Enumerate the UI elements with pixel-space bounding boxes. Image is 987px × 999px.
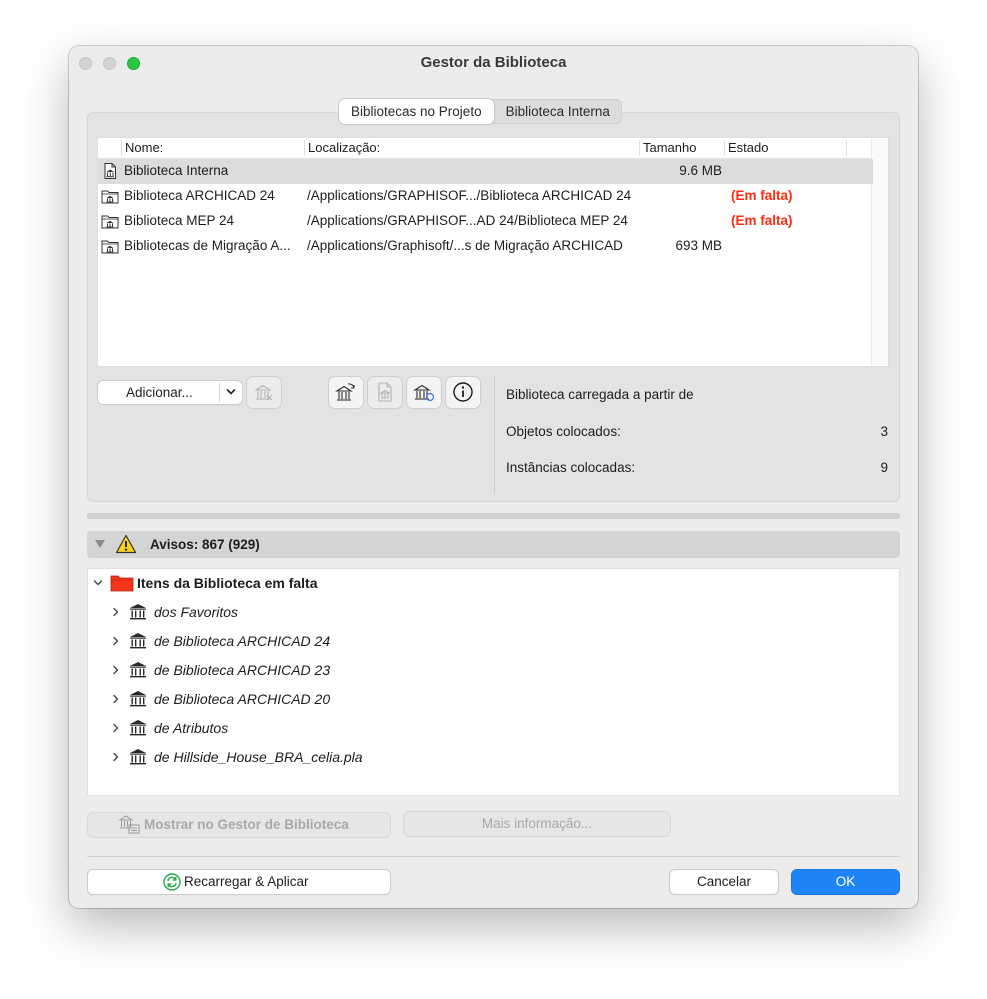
combo-separator	[219, 383, 220, 402]
warnings-count: Avisos: 867 (929)	[150, 537, 260, 552]
add-library-combo[interactable]: Adicionar...	[98, 381, 242, 404]
tree-item-label: de Atributos	[154, 720, 229, 736]
chevron-down-icon[interactable]	[223, 385, 239, 399]
table-row[interactable]: Biblioteca ARCHICAD 24 /Applications/GRA…	[98, 184, 873, 209]
export-library-button[interactable]	[329, 377, 363, 408]
row-location: /Applications/GRAPHISOF...AD 24/Bibliote…	[307, 213, 628, 228]
library-reload-icon	[413, 384, 435, 402]
chevron-right-icon[interactable]	[110, 606, 122, 618]
chevron-down-icon[interactable]	[92, 577, 104, 589]
library-document-icon	[378, 382, 392, 402]
title-bar: Gestor da Biblioteca	[69, 46, 918, 80]
table-row[interactable]: Biblioteca Interna 9.6 MB	[98, 159, 873, 184]
tree-root-row[interactable]: Itens da Biblioteca em falta	[88, 570, 888, 596]
column-header-estado[interactable]: Estado	[724, 140, 846, 156]
library-icon	[130, 691, 146, 707]
missing-items-tree: Itens da Biblioteca em falta dos Favorit…	[87, 568, 900, 796]
library-remove-icon	[254, 384, 273, 401]
objects-placed-label: Objetos colocados:	[506, 424, 621, 439]
more-info-button[interactable]: Mais informação...	[404, 812, 670, 836]
table-header: Nome: Localização: Tamanho Estado	[98, 138, 873, 159]
row-size: 9.6 MB	[679, 163, 722, 178]
window-title: Gestor da Biblioteca	[420, 54, 567, 71]
library-settings-button[interactable]	[368, 377, 402, 408]
instances-placed-label: Instâncias colocadas:	[506, 460, 636, 475]
tree-item[interactable]: dos Favoritos	[88, 599, 888, 625]
library-export-icon	[335, 383, 355, 401]
tree-item-label: dos Favoritos	[154, 604, 239, 620]
chevron-right-icon[interactable]	[110, 693, 122, 705]
row-name: Biblioteca Interna	[124, 163, 229, 178]
row-name: Biblioteca ARCHICAD 24	[124, 188, 275, 203]
table-row[interactable]: Biblioteca MEP 24 /Applications/GRAPHISO…	[98, 209, 873, 234]
row-status: (Em falta)	[731, 213, 793, 228]
tree-item-label: de Biblioteca ARCHICAD 24	[154, 633, 331, 649]
column-header-extra	[846, 140, 870, 156]
column-header-localizacao[interactable]: Localização:	[304, 140, 636, 156]
panel-splitter[interactable]	[87, 513, 900, 519]
reload-apply-label: Recarregar & Aplicar	[184, 874, 309, 889]
tree-item-label: de Biblioteca ARCHICAD 20	[154, 691, 331, 707]
tab-bar: Bibliotecas no Projeto Biblioteca Intern…	[339, 99, 622, 124]
reload-icon	[163, 873, 181, 891]
table-scrollbar[interactable]	[871, 138, 888, 366]
library-info-button[interactable]	[446, 377, 480, 408]
library-icon	[130, 749, 146, 765]
cancel-button[interactable]: Cancelar	[670, 870, 778, 894]
tree-item[interactable]: de Hillside_House_BRA_celia.pla	[88, 744, 888, 770]
show-in-library-manager-button[interactable]: Mostrar no Gestor de Biblioteca	[88, 813, 390, 837]
tree-root-label: Itens da Biblioteca em falta	[137, 575, 318, 591]
tree-item[interactable]: de Atributos	[88, 715, 888, 741]
show-in-library-manager-label: Mostrar no Gestor de Biblioteca	[144, 817, 349, 832]
row-name: Biblioteca MEP 24	[124, 213, 235, 228]
warnings-header[interactable]: Avisos: 867 (929)	[87, 531, 900, 558]
folder-icon	[110, 575, 134, 592]
ok-button[interactable]: OK	[792, 870, 899, 894]
tree-item[interactable]: de Biblioteca ARCHICAD 24	[88, 628, 888, 654]
panel-divider	[494, 376, 495, 494]
instances-placed-value: 9	[880, 460, 888, 475]
tab-bibliotecas-no-projeto[interactable]: Bibliotecas no Projeto	[339, 99, 494, 124]
chevron-right-icon[interactable]	[110, 635, 122, 647]
add-library-label: Adicionar...	[126, 385, 193, 400]
library-file-icon	[104, 163, 116, 179]
reload-apply-button[interactable]: Recarregar & Aplicar	[88, 870, 390, 894]
library-icon	[130, 720, 146, 736]
library-icon	[130, 604, 146, 620]
library-icon	[130, 633, 146, 649]
tree-item[interactable]: de Biblioteca ARCHICAD 20	[88, 686, 888, 712]
reload-library-button[interactable]	[407, 377, 441, 408]
library-folder-icon	[101, 215, 119, 229]
tree-item[interactable]: de Biblioteca ARCHICAD 23	[88, 657, 888, 683]
column-header-tamanho[interactable]: Tamanho	[639, 140, 721, 156]
chevron-right-icon[interactable]	[110, 664, 122, 676]
library-manager-icon	[118, 815, 140, 834]
library-manager-window: Gestor da Biblioteca Bibliotecas no Proj…	[69, 46, 918, 908]
remove-library-button[interactable]	[247, 377, 281, 408]
table-row[interactable]: Bibliotecas de Migração A... /Applicatio…	[98, 234, 873, 259]
libraries-table: Nome: Localização: Tamanho Estado Biblio…	[97, 137, 889, 367]
tree-item-label: de Hillside_House_BRA_celia.pla	[154, 749, 363, 765]
objects-placed-value: 3	[880, 424, 888, 439]
row-name: Bibliotecas de Migração A...	[124, 238, 291, 253]
row-size: 693 MB	[675, 238, 722, 253]
row-location: /Applications/Graphisoft/...s de Migraçã…	[307, 238, 623, 253]
footer-divider	[87, 856, 900, 857]
tree-item-label: de Biblioteca ARCHICAD 23	[154, 662, 331, 678]
info-icon	[453, 382, 473, 402]
chevron-right-icon[interactable]	[110, 751, 122, 763]
column-header-nome[interactable]: Nome:	[121, 140, 300, 156]
row-status: (Em falta)	[731, 188, 793, 203]
row-location: /Applications/GRAPHISOF.../Biblioteca AR…	[307, 188, 632, 203]
library-icon	[130, 662, 146, 678]
disclosure-triangle-icon[interactable]	[94, 539, 106, 549]
tab-biblioteca-interna[interactable]: Biblioteca Interna	[494, 99, 622, 124]
chevron-right-icon[interactable]	[110, 722, 122, 734]
library-folder-icon	[101, 240, 119, 254]
library-folder-icon	[101, 190, 119, 204]
warning-icon	[115, 534, 137, 554]
loaded-from-label: Biblioteca carregada a partir de	[506, 387, 694, 402]
